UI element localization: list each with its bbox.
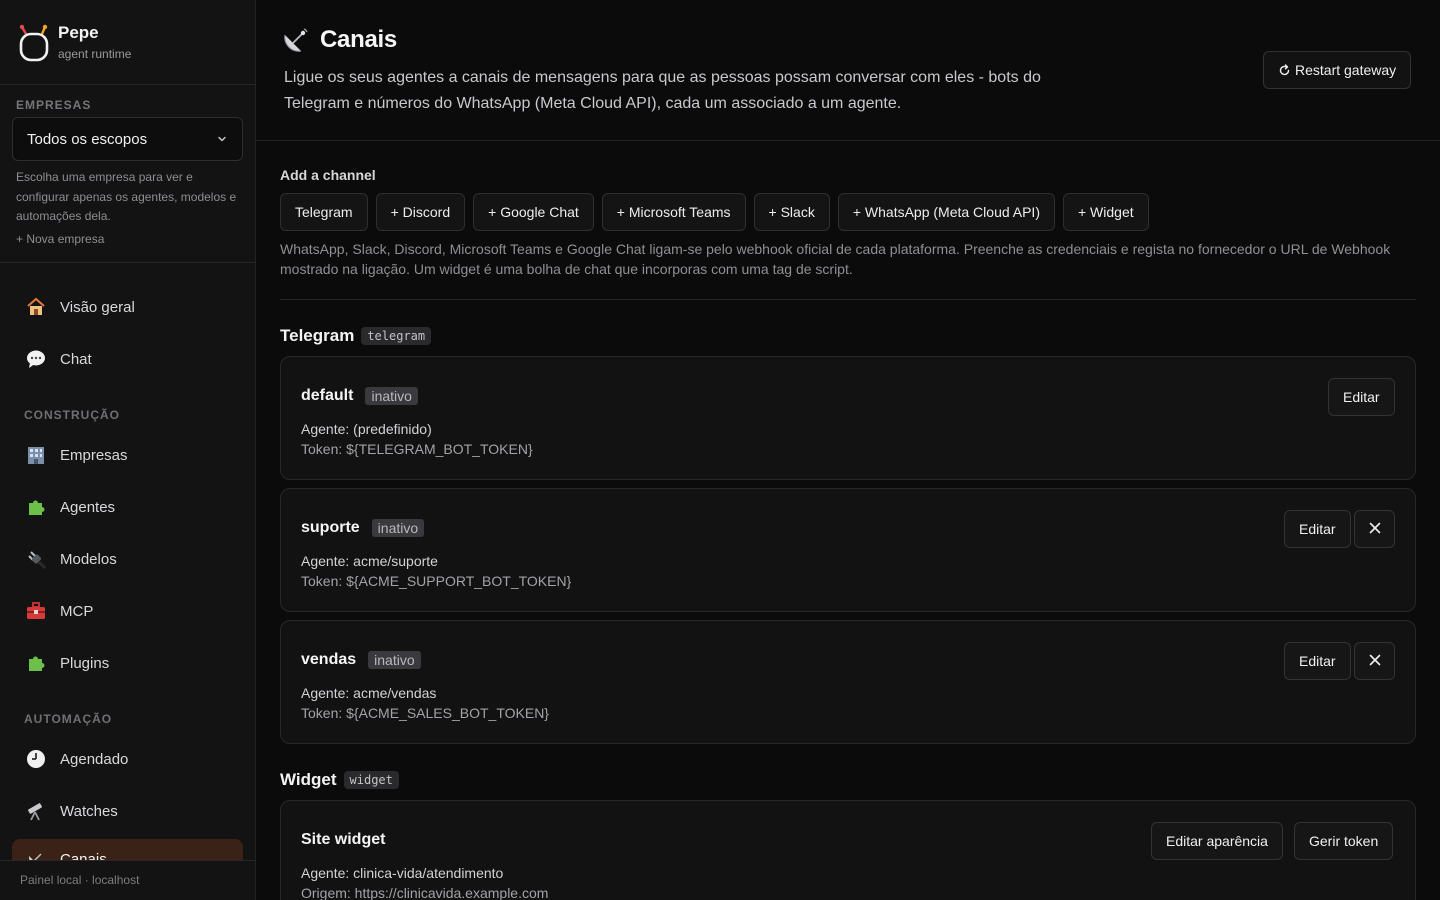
sidebar-divider (0, 262, 255, 263)
section-code-tag: telegram (361, 327, 432, 345)
channel-name: default (301, 387, 354, 404)
edit-button[interactable]: Editar (1328, 378, 1395, 416)
telescope-icon (24, 799, 48, 823)
widget-agent: Agente: clinica-vida/atendimento (301, 865, 504, 881)
section-divider (280, 299, 1416, 300)
automation-section-label: AUTOMAÇÃO (24, 712, 113, 726)
companies-section-label: EMPRESAS (16, 98, 92, 112)
close-icon (1369, 521, 1381, 537)
telegram-section-title: Telegram telegram (280, 326, 432, 346)
channel-card-vendas: vendas inativo Agente: acme/vendas Token… (280, 620, 1416, 744)
puzzle-piece-icon (24, 651, 48, 675)
brand-subtitle: agent runtime (58, 47, 132, 61)
brand-name: Pepe (58, 23, 99, 42)
build-section-label: CONSTRUÇÃO (24, 408, 120, 422)
nav-item-label: Empresas (60, 446, 128, 464)
nav-item-label: MCP (60, 602, 94, 620)
speech-bubble-icon (24, 347, 48, 371)
scope-select-value: Todos os escopos (27, 130, 148, 148)
channel-token: Token: ${ACME_SALES_BOT_TOKEN} (301, 705, 549, 721)
section-title-text: Widget (280, 770, 337, 789)
manage-token-button[interactable]: Gerir token (1294, 822, 1394, 860)
nav-item-label: Agendado (60, 750, 129, 768)
scope-help-text: Escolha uma empresa para ver e configura… (16, 170, 237, 223)
edit-button[interactable]: Editar (1284, 642, 1351, 680)
toolbox-icon (24, 599, 48, 623)
add-slack-button[interactable]: + Slack (753, 193, 830, 231)
nav-item-label: Modelos (60, 550, 117, 568)
nav-item-watches[interactable]: Watches (12, 791, 243, 831)
channel-agent: Agente: acme/suporte (301, 553, 438, 569)
nav-item-mcp[interactable]: MCP (12, 591, 243, 631)
widget-card: Site widget Agente: clinica-vida/atendim… (280, 800, 1416, 900)
section-code-tag: widget (343, 771, 399, 789)
widget-section-title: Widget widget (280, 770, 399, 790)
refresh-icon (1278, 63, 1291, 77)
edit-appearance-button[interactable]: Editar aparência (1151, 822, 1283, 860)
nav-item-visao-geral[interactable]: Visão geral (12, 287, 243, 327)
nav-item-plugins[interactable]: Plugins (12, 643, 243, 683)
add-widget-button[interactable]: + Widget (1062, 193, 1149, 231)
add-channel-help: WhatsApp, Slack, Discord, Microsoft Team… (280, 241, 1391, 277)
channel-token: Token: ${ACME_SUPPORT_BOT_TOKEN} (301, 573, 572, 589)
clock-icon (24, 747, 48, 771)
puzzle-piece-icon (24, 495, 48, 519)
main-content: Canais Ligue os seus agentes a canais de… (256, 0, 1440, 900)
delete-button[interactable] (1354, 642, 1395, 680)
nav-item-label: Visão geral (60, 298, 135, 316)
page-header: Canais Ligue os seus agentes a canais de… (256, 0, 1440, 141)
nav-item-chat[interactable]: Chat (12, 339, 243, 379)
section-title-text: Telegram (280, 326, 355, 345)
widget-origin: Origem: https://clinicavida.example.com (301, 885, 549, 900)
channel-name: vendas (301, 651, 357, 668)
satellite-antenna-icon (282, 26, 310, 54)
channel-card-default: default inativo Agente: (predefinido) To… (280, 356, 1416, 480)
restart-gateway-label: Restart gateway (1295, 62, 1397, 78)
scope-select[interactable]: Todos os escopos (12, 117, 243, 161)
status-badge: inativo (365, 387, 418, 405)
edit-button[interactable]: Editar (1284, 510, 1351, 548)
add-channel-buttons: Telegram + Discord + Google Chat + Micro… (280, 193, 1149, 231)
nav-item-agendado[interactable]: Agendado (12, 739, 243, 779)
house-icon (24, 295, 48, 319)
nav-item-empresas[interactable]: Empresas (12, 435, 243, 475)
restart-gateway-button[interactable]: Restart gateway (1263, 51, 1412, 89)
nav-item-label: Chat (60, 350, 92, 368)
add-channel-label: Add a channel (280, 167, 376, 183)
delete-button[interactable] (1354, 510, 1395, 548)
page-description: Ligue os seus agentes a canais de mensag… (284, 69, 1041, 112)
chevron-down-icon (216, 132, 228, 144)
status-badge: inativo (371, 519, 425, 537)
sidebar: Pepe agent runtime EMPRESAS Todos os esc… (0, 0, 256, 900)
nav-item-label: Agentes (60, 498, 116, 516)
office-building-icon (24, 443, 48, 467)
page-title: Canais (282, 26, 397, 54)
channel-token: Token: ${TELEGRAM_BOT_TOKEN} (301, 441, 533, 457)
status-badge: inativo (368, 651, 421, 669)
channel-card-suporte: suporte inativo Agente: acme/suporte Tok… (280, 488, 1416, 612)
channel-agent: Agente: acme/vendas (301, 685, 437, 701)
nav-item-label: Watches (60, 802, 118, 820)
add-telegram-button[interactable]: Telegram (280, 193, 368, 231)
widget-name: Site widget (301, 831, 386, 848)
electric-plug-icon (24, 547, 48, 571)
sidebar-footer: Painel local · localhost (0, 860, 255, 900)
nav-item-label: Plugins (60, 654, 110, 672)
add-microsoft-teams-button[interactable]: + Microsoft Teams (601, 193, 746, 231)
add-whatsapp-button[interactable]: + WhatsApp (Meta Cloud API) (837, 193, 1055, 231)
nav-item-agentes[interactable]: Agentes (12, 487, 243, 527)
new-company-link[interactable]: + Nova empresa (16, 232, 104, 246)
nav-item-modelos[interactable]: Modelos (12, 539, 243, 579)
close-icon (1369, 653, 1381, 669)
sidebar-divider (0, 84, 255, 85)
add-discord-button[interactable]: + Discord (375, 193, 466, 231)
channel-agent: Agente: (predefinido) (301, 421, 432, 437)
pepe-logo-icon (18, 24, 50, 62)
page-title-text: Canais (320, 26, 397, 53)
add-google-chat-button[interactable]: + Google Chat (473, 193, 594, 231)
channel-name: suporte (301, 519, 360, 536)
brand[interactable]: Pepe agent runtime (18, 23, 132, 62)
